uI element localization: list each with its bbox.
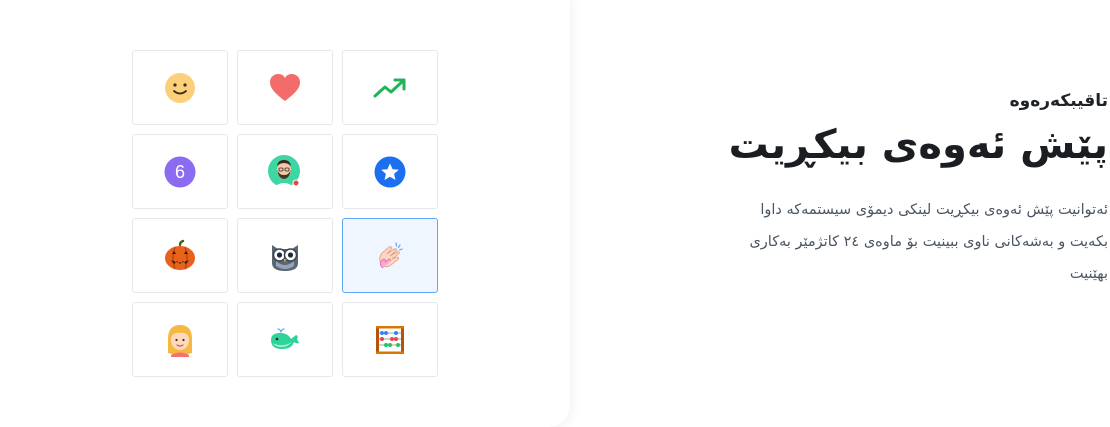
- tile-trending[interactable]: [342, 50, 438, 125]
- whale-icon: [271, 327, 299, 349]
- trending-up-icon: [373, 78, 406, 97]
- section-description: ئەتوانیت پێش ئەوەی بیکڕیت لینکی دیمۆی سی…: [749, 202, 1108, 282]
- page: 6 تاقیبکەرەوە پێش ئەوەی بیکڕیت ئەتوانیت …: [0, 0, 1110, 427]
- bearded-avatar-icon: [268, 154, 300, 189]
- tile-abacus[interactable]: [342, 302, 438, 377]
- tile-woman-avatar[interactable]: [132, 302, 228, 377]
- pumpkin-icon: [165, 239, 195, 270]
- star-badge-icon: [374, 156, 406, 187]
- tile-clapping-hands[interactable]: [342, 218, 438, 293]
- tile-pumpkin[interactable]: [132, 218, 228, 293]
- icon-grid: 6: [132, 50, 438, 377]
- tile-smiley[interactable]: [132, 50, 228, 125]
- woman-avatar-icon: [168, 324, 192, 357]
- tile-star[interactable]: [342, 134, 438, 209]
- tile-avatar[interactable]: [237, 134, 333, 209]
- clapping-hands-icon: [379, 241, 403, 268]
- section-title: پێش ئەوەی بیکڕیت: [728, 122, 1108, 168]
- section-eyebrow: تاقیبکەرەوە: [1009, 91, 1108, 111]
- tile-whale[interactable]: [237, 302, 333, 377]
- number-badge-text: 6: [175, 162, 185, 182]
- smiley-face-icon: [165, 72, 195, 103]
- abacus-icon: [376, 325, 404, 354]
- heart-icon: [270, 73, 300, 101]
- tile-owl[interactable]: [237, 218, 333, 293]
- number-badge-icon: 6: [164, 156, 196, 187]
- owl-icon: [272, 244, 298, 271]
- tile-heart[interactable]: [237, 50, 333, 125]
- tile-number[interactable]: 6: [132, 134, 228, 209]
- feature-text-block: تاقیبکەرەوە پێش ئەوەی بیکڕیت ئەتوانیت پێ…: [718, 88, 1108, 290]
